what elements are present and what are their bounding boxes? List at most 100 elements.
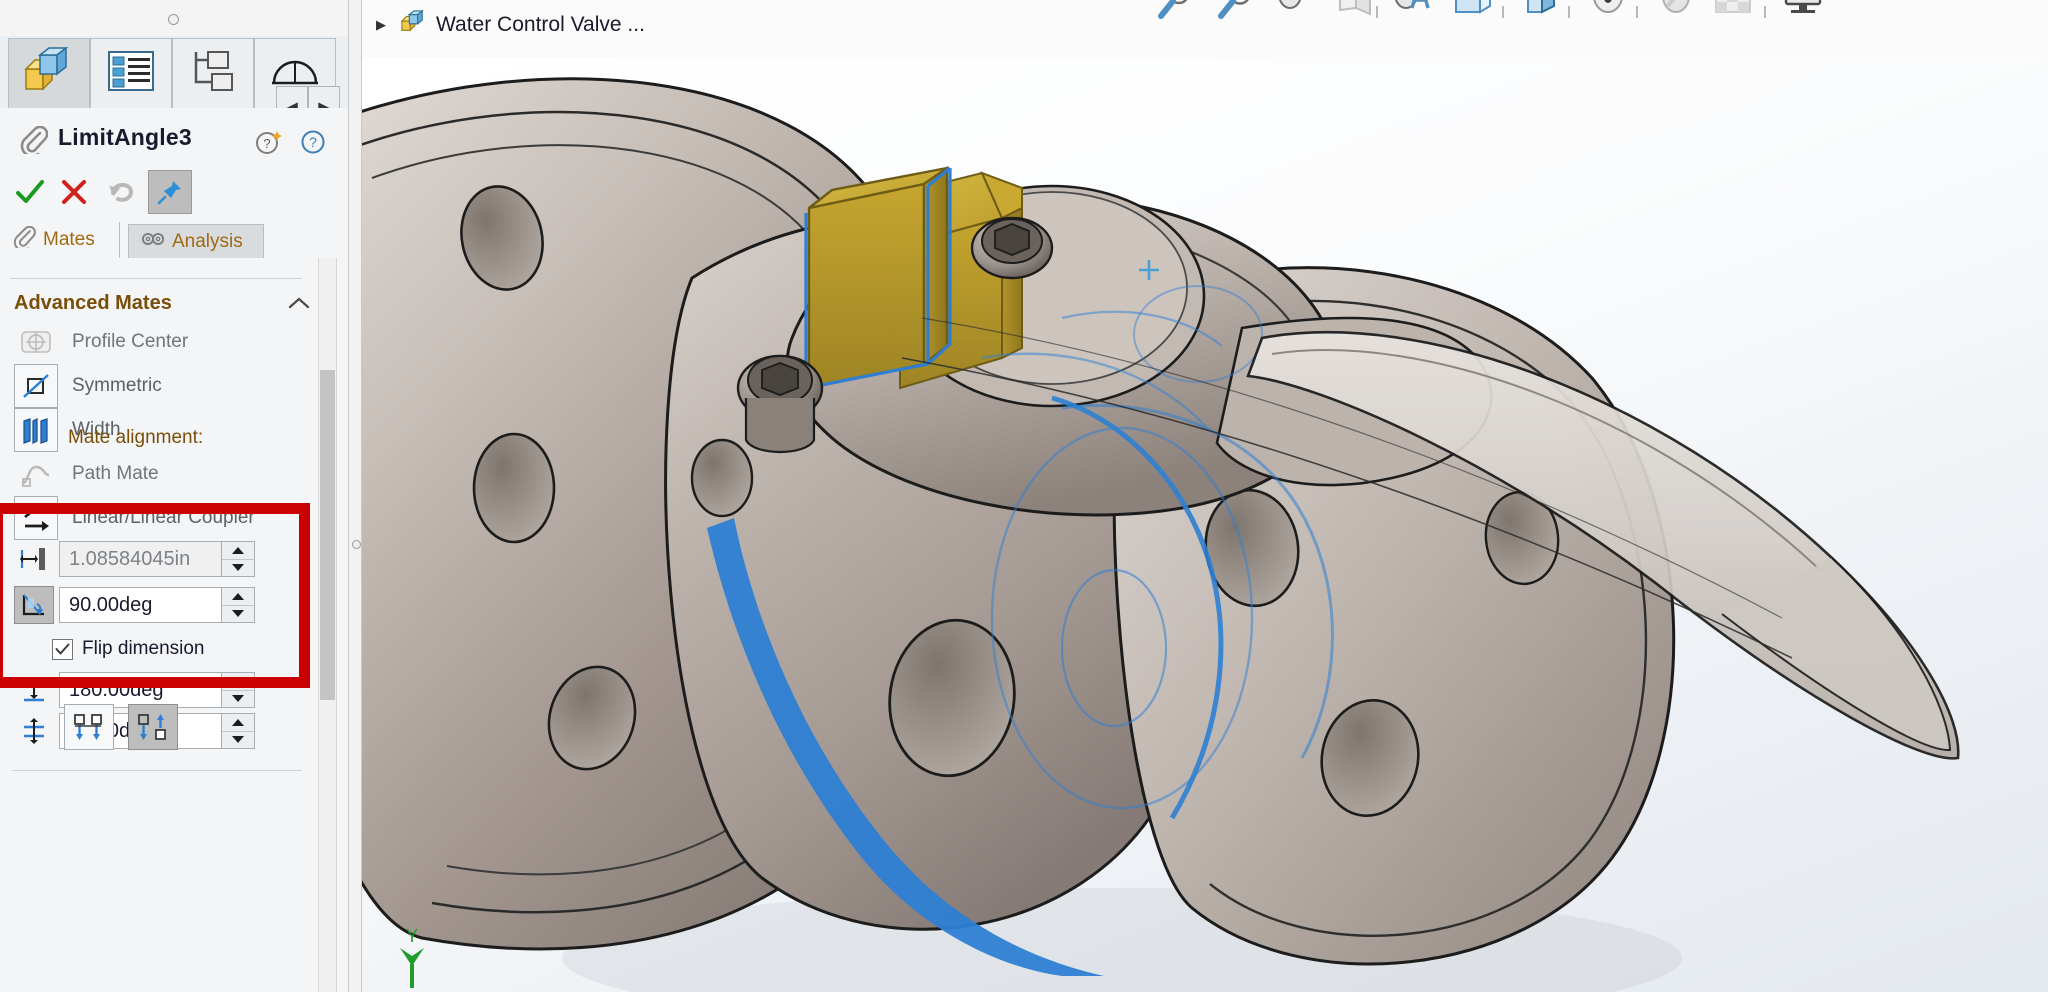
distance-spinner[interactable] xyxy=(221,541,255,577)
angle-value: 90.00deg xyxy=(69,593,153,616)
svg-text:?: ? xyxy=(263,136,270,151)
maximum-value: 180.00deg xyxy=(69,678,164,701)
maximum-input[interactable]: 180.00deg xyxy=(59,672,255,708)
mate-item-linear-linear-coupler[interactable]: Linear/Linear Coupler xyxy=(14,496,255,540)
property-list-icon xyxy=(106,48,156,99)
ok-button[interactable] xyxy=(8,170,52,214)
profile-center-icon xyxy=(14,320,58,364)
page-title: LimitAngle3 xyxy=(58,124,192,150)
property-manager-scrollbar[interactable] xyxy=(318,258,336,992)
rotate-view-icon[interactable] xyxy=(1272,0,1318,24)
display-style-icon[interactable] xyxy=(1450,0,1496,24)
paperclip-icon xyxy=(12,225,36,254)
view-toolbar: + xyxy=(1150,0,2048,48)
bolt-1 xyxy=(736,354,824,454)
maximum-spinner[interactable] xyxy=(221,672,255,708)
configuration-icon xyxy=(188,48,238,99)
graphics-viewport[interactable]: Y xyxy=(362,58,2048,992)
mate-item-label: Linear/Linear Coupler xyxy=(72,507,255,528)
feature-manager-tab[interactable] xyxy=(8,38,90,108)
property-manager-actions xyxy=(0,166,348,222)
zoom-to-area-icon[interactable]: + xyxy=(1152,0,1198,24)
property-manager-tab[interactable] xyxy=(90,38,172,108)
chevron-up-icon[interactable] xyxy=(288,296,310,315)
maximum-value-icon xyxy=(14,671,54,709)
tab-analysis-label: Analysis xyxy=(172,230,243,252)
mate-item-profile-center[interactable]: Profile Center xyxy=(14,320,188,364)
expand-caret-icon[interactable]: ▶ xyxy=(372,16,390,34)
maximum-spin-down[interactable] xyxy=(222,691,254,708)
help-icon[interactable]: ? xyxy=(300,128,328,161)
app-root: ◀ ▶ LimitAngle3 ? ? xyxy=(0,0,2048,992)
linear-linear-coupler-icon xyxy=(14,496,58,540)
advanced-mates-header: Advanced Mates xyxy=(14,292,172,314)
feature-tree-root-label: Water Control Valve ... xyxy=(436,12,645,36)
pan-icon[interactable] xyxy=(1332,0,1378,24)
scrollbar-thumb[interactable] xyxy=(320,370,335,700)
angle-input[interactable]: 90.00deg xyxy=(59,587,255,623)
minimum-spin-up[interactable] xyxy=(222,714,254,732)
minimum-spinner[interactable] xyxy=(221,713,255,749)
distance-input[interactable]: 1.08584045in xyxy=(59,541,255,577)
svg-text:+: + xyxy=(1176,0,1182,1)
angle-spinner[interactable] xyxy=(221,587,255,623)
configuration-manager-tab[interactable] xyxy=(172,38,254,108)
keep-visible-button[interactable] xyxy=(148,170,192,214)
panel-top-strip xyxy=(0,0,348,37)
mate-item-path-mate[interactable]: Path Mate xyxy=(14,452,159,496)
width-icon xyxy=(14,408,58,452)
mate-alignment-label: Mate alignment: xyxy=(68,427,204,448)
panel-tab-strip: ◀ ▶ xyxy=(0,36,348,128)
tab-analysis[interactable]: Analysis xyxy=(128,224,264,258)
flip-dimension-row[interactable]: Flip dimension xyxy=(52,638,205,660)
flip-dimension-checkbox[interactable] xyxy=(52,638,73,660)
bottom-divider xyxy=(12,770,302,771)
maximum-spin-up[interactable] xyxy=(222,673,254,691)
whats-new-help-icon[interactable]: ? xyxy=(255,128,283,161)
cancel-button[interactable] xyxy=(52,170,96,214)
zoom-to-fit-icon[interactable] xyxy=(1212,0,1258,24)
svg-text:Y: Y xyxy=(406,926,418,946)
property-manager-header: LimitAngle3 ? ? xyxy=(0,108,348,173)
tab-mates[interactable]: Mates xyxy=(0,222,120,258)
bolt-2 xyxy=(970,216,1054,280)
valve-model-render: Y xyxy=(362,77,1960,992)
undo-button[interactable] xyxy=(100,170,144,214)
angle-icon[interactable] xyxy=(14,586,54,624)
view-settings-icon[interactable] xyxy=(1710,0,1756,24)
symmetric-icon xyxy=(14,364,58,408)
feature-tree-root-item[interactable]: ▶ Water Control Valve ... xyxy=(372,9,645,39)
angle-field-row: 90.00deg xyxy=(14,586,255,624)
view-orientation-icon[interactable] xyxy=(1390,0,1436,24)
distance-spin-down[interactable] xyxy=(222,560,254,577)
minimum-value-icon xyxy=(14,712,54,750)
splitter-grip[interactable] xyxy=(352,540,361,549)
panel-collapse-handle[interactable] xyxy=(168,14,179,25)
property-manager-tabs: Mates Analysis xyxy=(0,222,348,259)
edit-appearance-icon[interactable] xyxy=(1586,0,1632,24)
hide-show-icon[interactable] xyxy=(1518,0,1564,24)
angle-spin-up[interactable] xyxy=(222,588,254,606)
panel-splitter[interactable] xyxy=(348,0,362,992)
mate-item-symmetric[interactable]: Symmetric xyxy=(14,364,162,408)
mate-item-label: Path Mate xyxy=(72,463,159,484)
path-mate-icon xyxy=(14,452,58,496)
property-manager-body: Advanced Mates Profile Center Symmetric … xyxy=(0,258,318,992)
angle-spin-down[interactable] xyxy=(222,606,254,623)
distance-value: 1.08584045in xyxy=(69,547,191,570)
paperclip-icon xyxy=(18,125,49,159)
distance-field-row: 1.08584045in xyxy=(14,540,255,578)
mate-item-label: Profile Center xyxy=(72,331,189,352)
analysis-icon xyxy=(141,228,165,256)
apply-scene-icon[interactable] xyxy=(1654,0,1700,24)
tab-mates-label: Mates xyxy=(43,228,95,250)
minimum-spin-down[interactable] xyxy=(222,732,254,749)
anti-aligned-button[interactable] xyxy=(128,704,178,750)
display-pane-icon[interactable] xyxy=(1780,0,1826,24)
mate-item-label: Symmetric xyxy=(72,375,162,396)
svg-text:?: ? xyxy=(309,134,317,150)
aligned-button[interactable] xyxy=(64,704,114,750)
flip-dimension-label: Flip dimension xyxy=(82,638,205,659)
distance-spin-up[interactable] xyxy=(222,542,254,560)
feature-tree-icon xyxy=(23,46,75,100)
